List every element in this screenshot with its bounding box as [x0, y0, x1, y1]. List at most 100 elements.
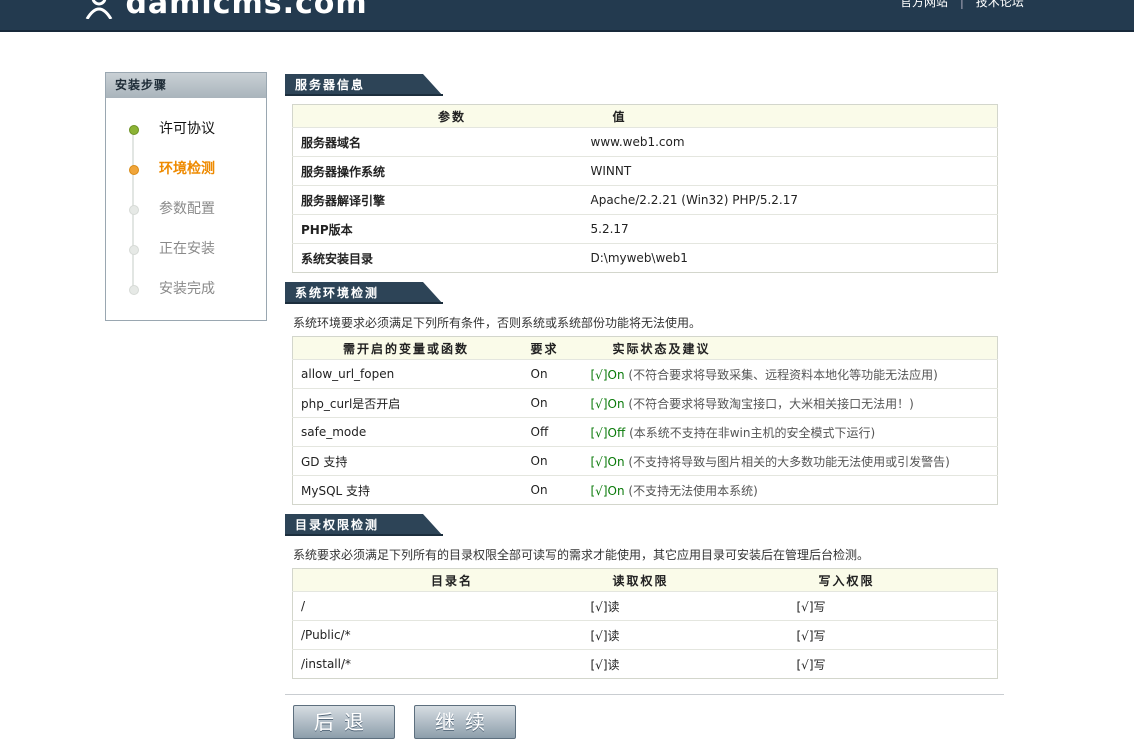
table-header-row: 参数 值	[292, 104, 998, 128]
env-item-status: [√]On	[590, 367, 625, 382]
dir-write-status: [√]写	[788, 649, 998, 679]
table-row: /install/* [√]读 [√]写	[292, 649, 998, 679]
section-title-server-info: 服务器信息	[285, 74, 443, 96]
step-done-dot-icon	[129, 125, 139, 135]
env-check-table: 需开启的变量或函数 要求 实际状态及建议 allow_url_fopen On …	[292, 336, 998, 505]
site-logo[interactable]: damicms.com	[84, 0, 368, 21]
dir-write-status: [√]写	[788, 591, 998, 621]
env-item-name: GD 支持	[292, 446, 523, 476]
column-header: 参数	[292, 104, 583, 128]
table-row: 服务器域名 www.web1.com	[292, 127, 998, 157]
step-finished: 安装完成	[106, 274, 266, 314]
param-name: 服务器域名	[292, 127, 583, 157]
step-label: 正在安装	[159, 241, 215, 257]
top-header: damicms.com 官方网站 | 技术论坛	[0, 0, 1134, 32]
step-installing: 正在安装	[106, 234, 266, 274]
column-header: 写入权限	[788, 568, 998, 592]
dir-read-status: [√]读	[582, 649, 789, 679]
table-header-row: 需开启的变量或函数 要求 实际状态及建议	[292, 336, 998, 360]
env-item-hint: (不符合要求将导致淘宝接口，大米相关接口无法用！)	[628, 396, 914, 411]
table-row: php_curl是否开启 On [√]On (不符合要求将导致淘宝接口，大米相关…	[292, 388, 998, 418]
param-value: WINNT	[582, 156, 998, 186]
link-separator: |	[959, 0, 964, 9]
env-item-requirement: On	[522, 475, 583, 505]
env-item-hint: (不支持无法使用本系统)	[628, 483, 758, 498]
dir-check-table: 目录名 读取权限 写入权限 / [√]读 [√]写 /Public/* [√]读…	[292, 568, 998, 679]
column-header: 值	[582, 104, 998, 128]
param-name: 服务器操作系统	[292, 156, 583, 186]
env-item-name: allow_url_fopen	[292, 359, 523, 389]
step-current-dot-icon	[129, 165, 139, 175]
step-pending-dot-icon	[129, 205, 139, 215]
param-name: 系统安装目录	[292, 243, 583, 273]
env-item-status: [√]On	[590, 396, 625, 411]
param-value: 5.2.17	[582, 214, 998, 244]
footer-divider	[285, 694, 1004, 695]
install-steps-title: 安装步骤	[106, 73, 266, 98]
column-header: 目录名	[292, 568, 583, 592]
env-item-hint: (不符合要求将导致采集、远程资料本地化等功能无法应用)	[628, 367, 938, 382]
link-official-site[interactable]: 官方网站	[896, 0, 952, 9]
env-item-requirement: On	[522, 446, 583, 476]
env-item-name: php_curl是否开启	[292, 388, 523, 418]
env-item-name: MySQL 支持	[292, 475, 523, 505]
env-item-name: safe_mode	[292, 417, 523, 447]
table-row: GD 支持 On [√]On (不支持将导致与图片相关的大多数功能无法使用或引发…	[292, 446, 998, 476]
step-config: 参数配置	[106, 194, 266, 234]
env-item-status: [√]Off	[590, 425, 626, 440]
link-forum[interactable]: 技术论坛	[972, 0, 1028, 9]
env-item-hint: (本系统不支持在非win主机的安全模式下运行)	[629, 425, 876, 440]
table-row: /Public/* [√]读 [√]写	[292, 620, 998, 650]
step-pending-dot-icon	[129, 285, 139, 295]
step-env-check: 环境检测	[106, 154, 266, 194]
param-name: PHP版本	[292, 214, 583, 244]
table-row: 服务器操作系统 WINNT	[292, 156, 998, 186]
env-item-requirement: On	[522, 359, 583, 389]
dir-name: /Public/*	[292, 620, 583, 650]
section-title-env-check: 系统环境检测	[285, 282, 443, 304]
table-row: 服务器解译引擎 Apache/2.2.21 (Win32) PHP/5.2.17	[292, 185, 998, 215]
table-row: PHP版本 5.2.17	[292, 214, 998, 244]
env-check-note: 系统环境要求必须满足下列所有条件，否则系统或系统部份功能将无法使用。	[293, 316, 702, 330]
env-item-hint: (不支持将导致与图片相关的大多数功能无法使用或引发警告)	[628, 454, 950, 469]
dir-read-status: [√]读	[582, 620, 789, 650]
table-row: safe_mode Off [√]Off (本系统不支持在非win主机的安全模式…	[292, 417, 998, 447]
step-label: 许可协议	[159, 121, 215, 137]
step-label: 安装完成	[159, 281, 215, 297]
env-item-requirement: On	[522, 388, 583, 418]
top-links: 官方网站 | 技术论坛	[896, 0, 1028, 10]
dir-write-status: [√]写	[788, 620, 998, 650]
dir-read-status: [√]读	[582, 591, 789, 621]
logo-text: damicms.com	[125, 0, 368, 21]
logo-person-icon	[85, 0, 113, 19]
dir-check-note: 系统要求必须满足下列所有的目录权限全部可读写的需求才能使用，其它应用目录可安装后…	[293, 548, 870, 562]
step-label: 环境检测	[159, 161, 215, 177]
env-item-status: [√]On	[590, 454, 625, 469]
section-title-dir-check: 目录权限检测	[285, 514, 443, 536]
step-list: 许可协议 环境检测 参数配置 正在安装 安装完成	[106, 114, 266, 314]
step-label: 参数配置	[159, 201, 215, 217]
install-steps-panel: 安装步骤 许可协议 环境检测 参数配置 正在安装 安装完成	[105, 72, 267, 321]
table-row: 系统安装目录 D:\myweb\web1	[292, 243, 998, 273]
table-row: MySQL 支持 On [√]On (不支持无法使用本系统)	[292, 475, 998, 505]
column-header: 实际状态及建议	[582, 336, 998, 360]
server-info-table: 参数 值 服务器域名 www.web1.com 服务器操作系统 WINNT 服务…	[292, 104, 998, 273]
back-button[interactable]: 后退	[293, 705, 395, 739]
env-item-status: [√]On	[590, 483, 625, 498]
dir-name: /	[292, 591, 583, 621]
table-row: allow_url_fopen On [√]On (不符合要求将导致采集、远程资…	[292, 359, 998, 389]
param-value: Apache/2.2.21 (Win32) PHP/5.2.17	[582, 185, 998, 215]
continue-button[interactable]: 继续	[414, 705, 516, 739]
column-header: 要求	[522, 336, 583, 360]
param-name: 服务器解译引擎	[292, 185, 583, 215]
table-row: / [√]读 [√]写	[292, 591, 998, 621]
param-value: www.web1.com	[582, 127, 998, 157]
column-header: 读取权限	[582, 568, 789, 592]
step-pending-dot-icon	[129, 245, 139, 255]
step-license: 许可协议	[106, 114, 266, 154]
env-item-requirement: Off	[522, 417, 583, 447]
column-header: 需开启的变量或函数	[292, 336, 523, 360]
param-value: D:\myweb\web1	[582, 243, 998, 273]
table-header-row: 目录名 读取权限 写入权限	[292, 568, 998, 592]
dir-name: /install/*	[292, 649, 583, 679]
